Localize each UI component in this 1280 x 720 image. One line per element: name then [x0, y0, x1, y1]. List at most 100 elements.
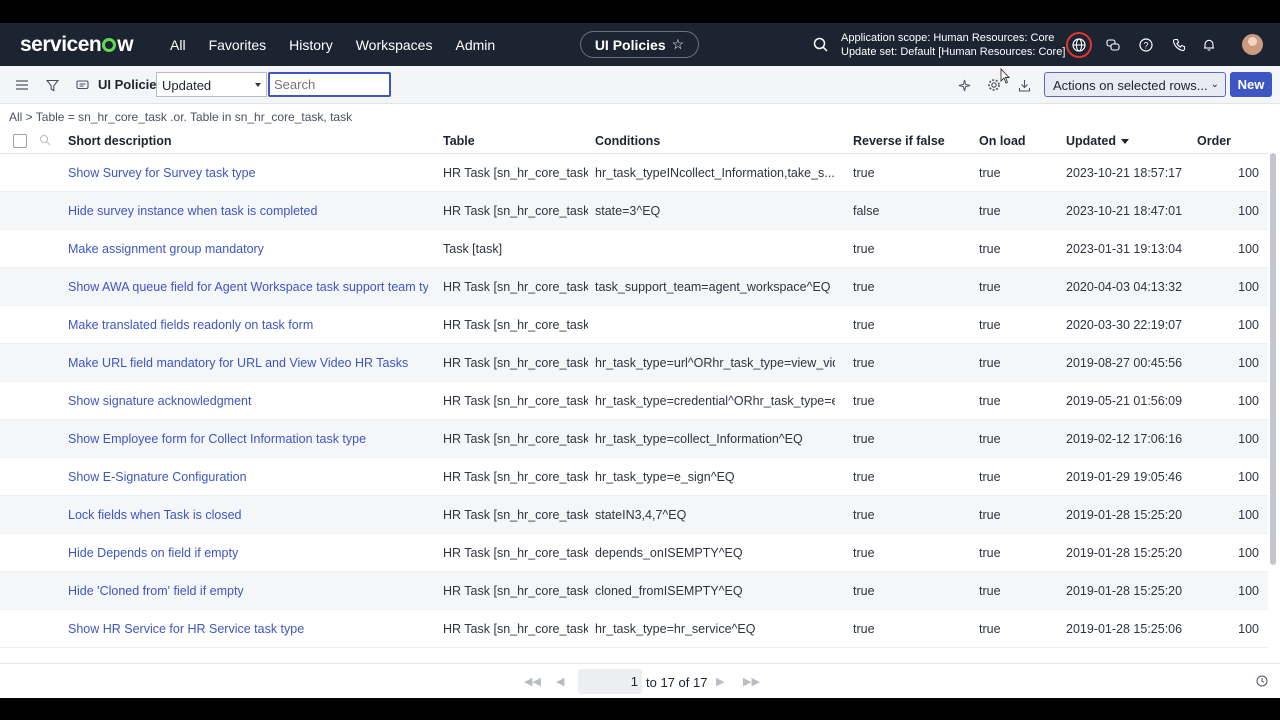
cell-short-description[interactable]: Hide 'Cloned from' field if empty: [68, 584, 428, 598]
cell-short-description[interactable]: Make assignment group mandatory: [68, 242, 428, 256]
servicenow-logo[interactable]: servicen w: [20, 33, 150, 57]
table-row[interactable]: Hide survey instance when task is comple…: [0, 192, 1268, 230]
sparkle-icon[interactable]: [956, 77, 972, 93]
col-conditions[interactable]: Conditions: [595, 134, 660, 148]
search-input[interactable]: [268, 72, 391, 97]
cell-on-load: true: [979, 280, 1001, 294]
scope-info[interactable]: Application scope: Human Resources: Core…: [841, 31, 1065, 59]
select-all-checkbox[interactable]: [13, 134, 27, 148]
cell-order: 100: [1238, 356, 1259, 370]
col-table[interactable]: Table: [443, 134, 475, 148]
cell-reverse-if-false: true: [853, 166, 875, 180]
bell-icon[interactable]: [1200, 36, 1218, 54]
cell-order: 100: [1238, 318, 1259, 332]
last-page-icon[interactable]: ▶▶: [743, 675, 760, 688]
chat-icon[interactable]: [74, 77, 90, 93]
nav-all[interactable]: All: [170, 37, 186, 53]
prev-page-icon[interactable]: ◀: [556, 675, 564, 688]
star-icon[interactable]: ☆: [672, 36, 685, 53]
table-row[interactable]: Show Employee form for Collect Informati…: [0, 420, 1268, 458]
table-row[interactable]: Show E-Signature Configuration HR Task […: [0, 458, 1268, 496]
col-order[interactable]: Order: [1197, 134, 1231, 148]
cell-table: Task [task]: [443, 242, 503, 256]
vertical-scrollbar[interactable]: [1270, 153, 1276, 565]
speech-bubbles-icon[interactable]: [1104, 36, 1122, 54]
cell-updated: 2020-04-03 04:13:32: [1066, 280, 1183, 294]
table-row[interactable]: Hide 'Cloned from' field if empty HR Tas…: [0, 572, 1268, 610]
cell-order: 100: [1238, 508, 1259, 522]
clock-icon[interactable]: [1256, 675, 1268, 687]
cell-order: 100: [1238, 622, 1259, 636]
nav-links: All Favorites History Workspaces Admin: [170, 37, 518, 53]
nav-workspaces[interactable]: Workspaces: [356, 37, 433, 53]
cell-short-description[interactable]: Make translated fields readonly on task …: [68, 318, 428, 332]
table-row[interactable]: Make URL field mandatory for URL and Vie…: [0, 344, 1268, 382]
next-page-icon[interactable]: ▶: [716, 675, 724, 688]
cell-short-description[interactable]: Show Survey for Survey task type: [68, 166, 428, 180]
avatar[interactable]: [1242, 34, 1263, 55]
cell-table: HR Task [sn_hr_core_task]: [443, 584, 588, 598]
col-short-description[interactable]: Short description: [68, 134, 171, 148]
table-row[interactable]: Make translated fields readonly on task …: [0, 306, 1268, 344]
chevron-down-icon: ⌄: [1210, 79, 1219, 90]
table-row[interactable]: Show Survey for Survey task type HR Task…: [0, 154, 1268, 192]
caret-down-icon: [255, 83, 261, 87]
cell-on-load: true: [979, 204, 1001, 218]
top-nav: servicen w All Favorites History Workspac…: [0, 23, 1280, 66]
help-icon[interactable]: ?: [1137, 36, 1155, 54]
cell-updated: 2019-01-29 19:05:46: [1066, 470, 1183, 484]
cell-table: HR Task [sn_hr_core_task]: [443, 622, 588, 636]
table-row[interactable]: Show signature acknowledgment HR Task [s…: [0, 382, 1268, 420]
cell-reverse-if-false: true: [853, 470, 875, 484]
search-icon[interactable]: [812, 36, 830, 54]
globe-icon[interactable]: [1066, 32, 1092, 58]
col-on-load[interactable]: On load: [979, 134, 1026, 148]
col-reverse-if-false[interactable]: Reverse if false: [853, 134, 945, 148]
nav-favorites[interactable]: Favorites: [209, 37, 267, 53]
col-updated[interactable]: Updated: [1066, 134, 1129, 148]
cell-reverse-if-false: true: [853, 242, 875, 256]
cell-updated: 2019-01-28 15:25:20: [1066, 508, 1183, 522]
cell-table: HR Task [sn_hr_core_task]: [443, 432, 588, 446]
nav-history[interactable]: History: [289, 37, 333, 53]
cell-updated: 2019-05-21 01:56:09: [1066, 394, 1183, 408]
table-row[interactable]: Make assignment group mandatory Task [ta…: [0, 230, 1268, 268]
page-number-input[interactable]: 1: [578, 669, 642, 694]
cell-short-description[interactable]: Show E-Signature Configuration: [68, 470, 428, 484]
column-search-icon[interactable]: [39, 134, 51, 146]
cell-short-description[interactable]: Show AWA queue field for Agent Workspace…: [68, 280, 428, 294]
new-button[interactable]: New: [1230, 72, 1272, 97]
table-row[interactable]: Hide Depends on field if empty HR Task […: [0, 534, 1268, 572]
phone-icon[interactable]: [1170, 36, 1188, 54]
filter-icon[interactable]: [44, 77, 60, 93]
cell-short-description[interactable]: Show Employee form for Collect Informati…: [68, 432, 428, 446]
breadcrumb[interactable]: All > Table = sn_hr_core_task .or. Table…: [9, 110, 352, 124]
cell-short-description[interactable]: Show HR Service for HR Service task type: [68, 622, 428, 636]
context-pill[interactable]: UI Policies ☆: [580, 31, 699, 58]
cell-on-load: true: [979, 166, 1001, 180]
cell-reverse-if-false: true: [853, 356, 875, 370]
download-icon[interactable]: [1016, 77, 1032, 93]
cell-short-description[interactable]: Hide Depends on field if empty: [68, 546, 428, 560]
nav-admin[interactable]: Admin: [455, 37, 495, 53]
cell-short-description[interactable]: Make URL field mandatory for URL and Vie…: [68, 356, 428, 370]
cell-short-description[interactable]: Hide survey instance when task is comple…: [68, 204, 428, 218]
cell-reverse-if-false: true: [853, 508, 875, 522]
table-row[interactable]: Show AWA queue field for Agent Workspace…: [0, 268, 1268, 306]
cell-table: HR Task [sn_hr_core_task]: [443, 280, 588, 294]
cell-updated: 2019-01-28 15:25:06: [1066, 622, 1183, 636]
cell-on-load: true: [979, 356, 1001, 370]
cell-order: 100: [1238, 166, 1259, 180]
search-field-select[interactable]: Updated: [156, 72, 267, 97]
table-row[interactable]: Show HR Service for HR Service task type…: [0, 610, 1268, 648]
hamburger-icon[interactable]: [14, 77, 30, 93]
cell-short-description[interactable]: Lock fields when Task is closed: [68, 508, 428, 522]
table-row[interactable]: Lock fields when Task is closed HR Task …: [0, 496, 1268, 534]
cell-conditions: hr_task_type=hr_service^EQ: [595, 622, 756, 636]
first-page-icon[interactable]: ◀◀: [524, 675, 541, 688]
actions-select[interactable]: Actions on selected rows... ⌄: [1044, 72, 1226, 97]
mouse-cursor-icon: [1000, 68, 1010, 84]
cell-short-description[interactable]: Show signature acknowledgment: [68, 394, 428, 408]
cell-on-load: true: [979, 394, 1001, 408]
cell-conditions: hr_task_type=url^ORhr_task_type=view_vid…: [595, 356, 835, 370]
